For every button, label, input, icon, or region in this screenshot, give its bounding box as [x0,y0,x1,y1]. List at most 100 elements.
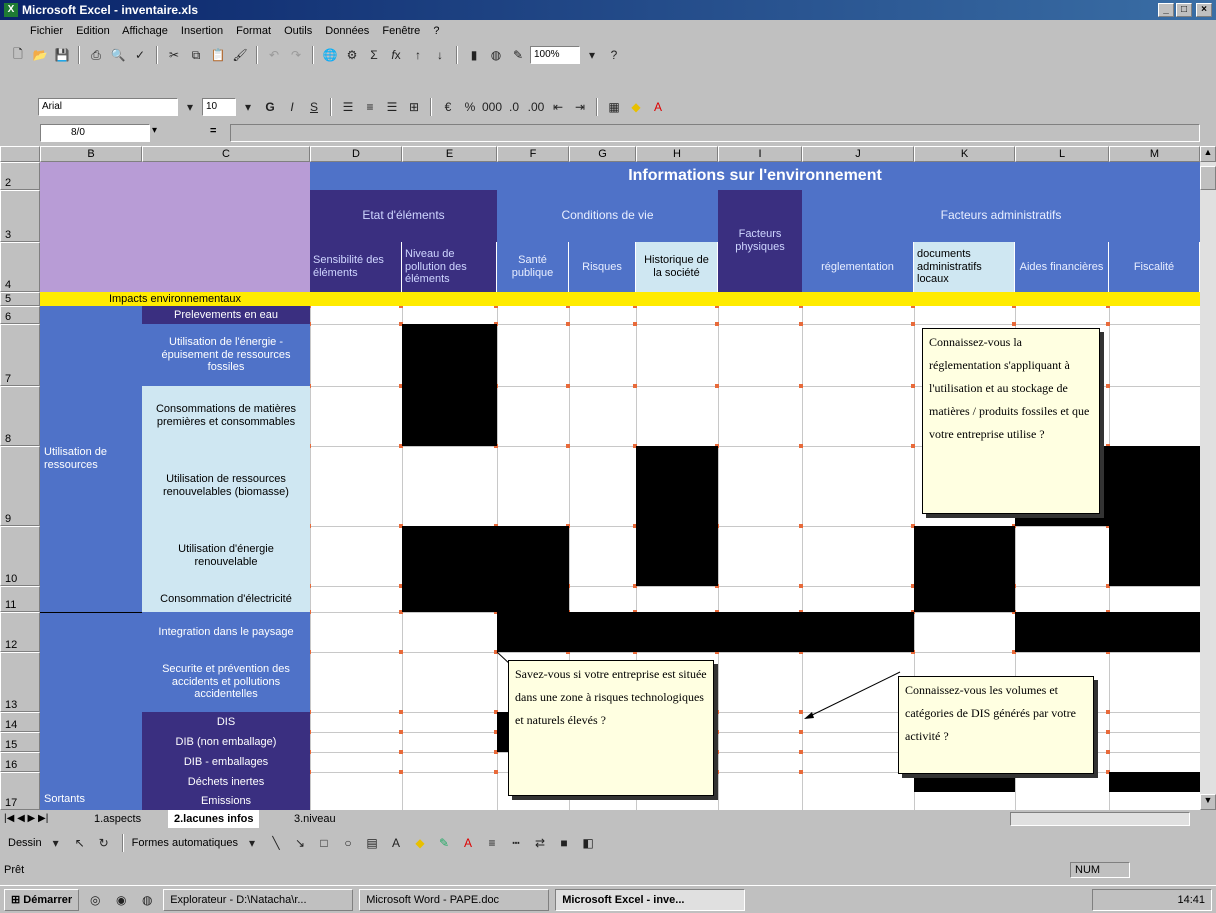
menu-fichier[interactable]: Fichier [30,25,63,37]
font-color-icon[interactable]: A [648,97,668,117]
bold-button[interactable]: G [260,97,280,117]
vertical-scrollbar[interactable]: ▲ ▼ [1200,146,1216,810]
currency-icon[interactable]: € [438,97,458,117]
fill-color-draw-icon[interactable]: ◆ [410,833,430,853]
task-word[interactable]: Microsoft Word - PAPE.doc [359,888,550,911]
borders-icon[interactable]: ▦ [604,97,624,117]
undo-icon[interactable]: ↶ [264,45,284,65]
dessin-dropdown-icon[interactable]: ▾ [46,833,66,853]
formula-equals[interactable]: = [210,125,216,137]
menu-format[interactable]: Format [236,25,271,37]
quicklaunch-icon[interactable]: ◎ [85,890,105,910]
thousands-icon[interactable]: 000 [482,97,502,117]
row-header-10[interactable]: 10 [0,526,40,586]
web-toolbar-icon[interactable]: ⚙ [342,45,362,65]
align-left-icon[interactable]: ☰ [338,97,358,117]
shadow-icon[interactable]: ■ [554,833,574,853]
column-header-g[interactable]: G [569,146,636,162]
rotate-icon[interactable]: ↻ [94,833,114,853]
select-objects-icon[interactable]: ↖ [70,833,90,853]
row-header-5[interactable]: 5 [0,292,40,306]
zoom-select[interactable]: 100% [530,46,580,64]
increase-decimal-icon[interactable]: .0 [504,97,524,117]
menu-help[interactable]: ? [433,25,439,37]
note-zone-risques[interactable]: Savez-vous si votre entreprise est situé… [508,660,714,796]
copy-icon[interactable]: ⧉ [186,45,206,65]
font-size-select[interactable]: 10 [202,98,236,116]
scroll-down-icon[interactable]: ▼ [1200,794,1216,810]
preview-icon[interactable]: 🔍 [108,45,128,65]
row-header-4[interactable]: 4 [0,242,40,292]
formula-input[interactable] [230,124,1200,142]
cut-icon[interactable]: ✂ [164,45,184,65]
oval-icon[interactable]: ○ [338,833,358,853]
zoom-dropdown-icon[interactable]: ▾ [582,45,602,65]
help-icon[interactable]: ? [604,45,624,65]
row-header-11[interactable]: 11 [0,586,40,612]
row-header-15[interactable]: 15 [0,732,40,752]
font-select[interactable]: Arial [38,98,178,116]
new-icon[interactable]: 🗋 [8,45,28,65]
maximize-button[interactable]: □ [1176,3,1192,17]
column-header-d[interactable]: D [310,146,402,162]
dessin-menu[interactable]: Dessin [8,837,42,849]
note-reglementation[interactable]: Connaissez-vous la réglementation s'appl… [922,328,1100,514]
column-header-m[interactable]: M [1109,146,1200,162]
column-header-b[interactable]: B [40,146,142,162]
line-icon[interactable]: ╲ [266,833,286,853]
chart-wizard-icon[interactable]: ▮ [464,45,484,65]
fill-color-icon[interactable]: ◆ [626,97,646,117]
dash-style-icon[interactable]: ┅ [506,833,526,853]
drawing-icon[interactable]: ✎ [508,45,528,65]
open-icon[interactable]: 📂 [30,45,50,65]
arrow-icon[interactable]: ↘ [290,833,310,853]
row-header-14[interactable]: 14 [0,712,40,732]
scroll-thumb[interactable] [1200,166,1216,190]
size-dropdown-icon[interactable]: ▾ [238,97,258,117]
autosum-icon[interactable]: Σ [364,45,384,65]
sheet-tab-lacunes[interactable]: 2.lacunes infos [168,810,260,828]
line-style-icon[interactable]: ≡ [482,833,502,853]
row-header-2[interactable]: 2 [0,162,40,190]
menu-fenetre[interactable]: Fenêtre [382,25,420,37]
align-right-icon[interactable]: ☰ [382,97,402,117]
name-box[interactable]: 8/0 [40,124,150,142]
function-icon[interactable]: fx [386,45,406,65]
column-header-k[interactable]: K [914,146,1015,162]
row-header-8[interactable]: 8 [0,386,40,446]
decrease-indent-icon[interactable]: ⇤ [548,97,568,117]
column-header-e[interactable]: E [402,146,497,162]
quicklaunch-icon[interactable]: ◉ [111,890,131,910]
wordart-icon[interactable]: A [386,833,406,853]
minimize-button[interactable]: _ [1158,3,1174,17]
print-icon[interactable]: ⎙ [86,45,106,65]
map-icon[interactable]: ◍ [486,45,506,65]
font-color-draw-icon[interactable]: A [458,833,478,853]
name-box-dropdown-icon[interactable]: ▾ [152,125,157,136]
sheet-tab-niveau[interactable]: 3.niveau [288,810,342,828]
menu-insertion[interactable]: Insertion [181,25,223,37]
decrease-decimal-icon[interactable]: .00 [526,97,546,117]
column-header-l[interactable]: L [1015,146,1109,162]
3d-icon[interactable]: ◧ [578,833,598,853]
rectangle-icon[interactable]: □ [314,833,334,853]
scroll-up-icon[interactable]: ▲ [1200,146,1216,162]
menu-donnees[interactable]: Données [325,25,369,37]
save-icon[interactable]: 💾 [52,45,72,65]
font-dropdown-icon[interactable]: ▾ [180,97,200,117]
close-button[interactable]: × [1196,3,1212,17]
autoshapes-menu[interactable]: Formes automatiques [132,837,238,849]
paste-icon[interactable]: 📋 [208,45,228,65]
window-titlebar[interactable]: X Microsoft Excel - inventaire.xls _ □ × [0,0,1216,20]
increase-indent-icon[interactable]: ⇥ [570,97,590,117]
spreadsheet-grid[interactable]: B C D E F G H I J K L M 2 3 4 5 6 7 8 9 10 11 12 13 14 15 16 17 Info… [0,146,1200,810]
horizontal-scrollbar[interactable] [1010,812,1190,826]
arrow-style-icon[interactable]: ⇄ [530,833,550,853]
underline-button[interactable]: S [304,97,324,117]
task-excel[interactable]: Microsoft Excel - inve... [555,888,746,911]
row-header-13[interactable]: 13 [0,652,40,712]
row-header-6[interactable]: 6 [0,306,40,324]
menu-edition[interactable]: Edition [76,25,110,37]
sheet-nav-icons[interactable]: |◀ ◀ ▶ ▶| [4,810,48,828]
column-header-f[interactable]: F [497,146,569,162]
